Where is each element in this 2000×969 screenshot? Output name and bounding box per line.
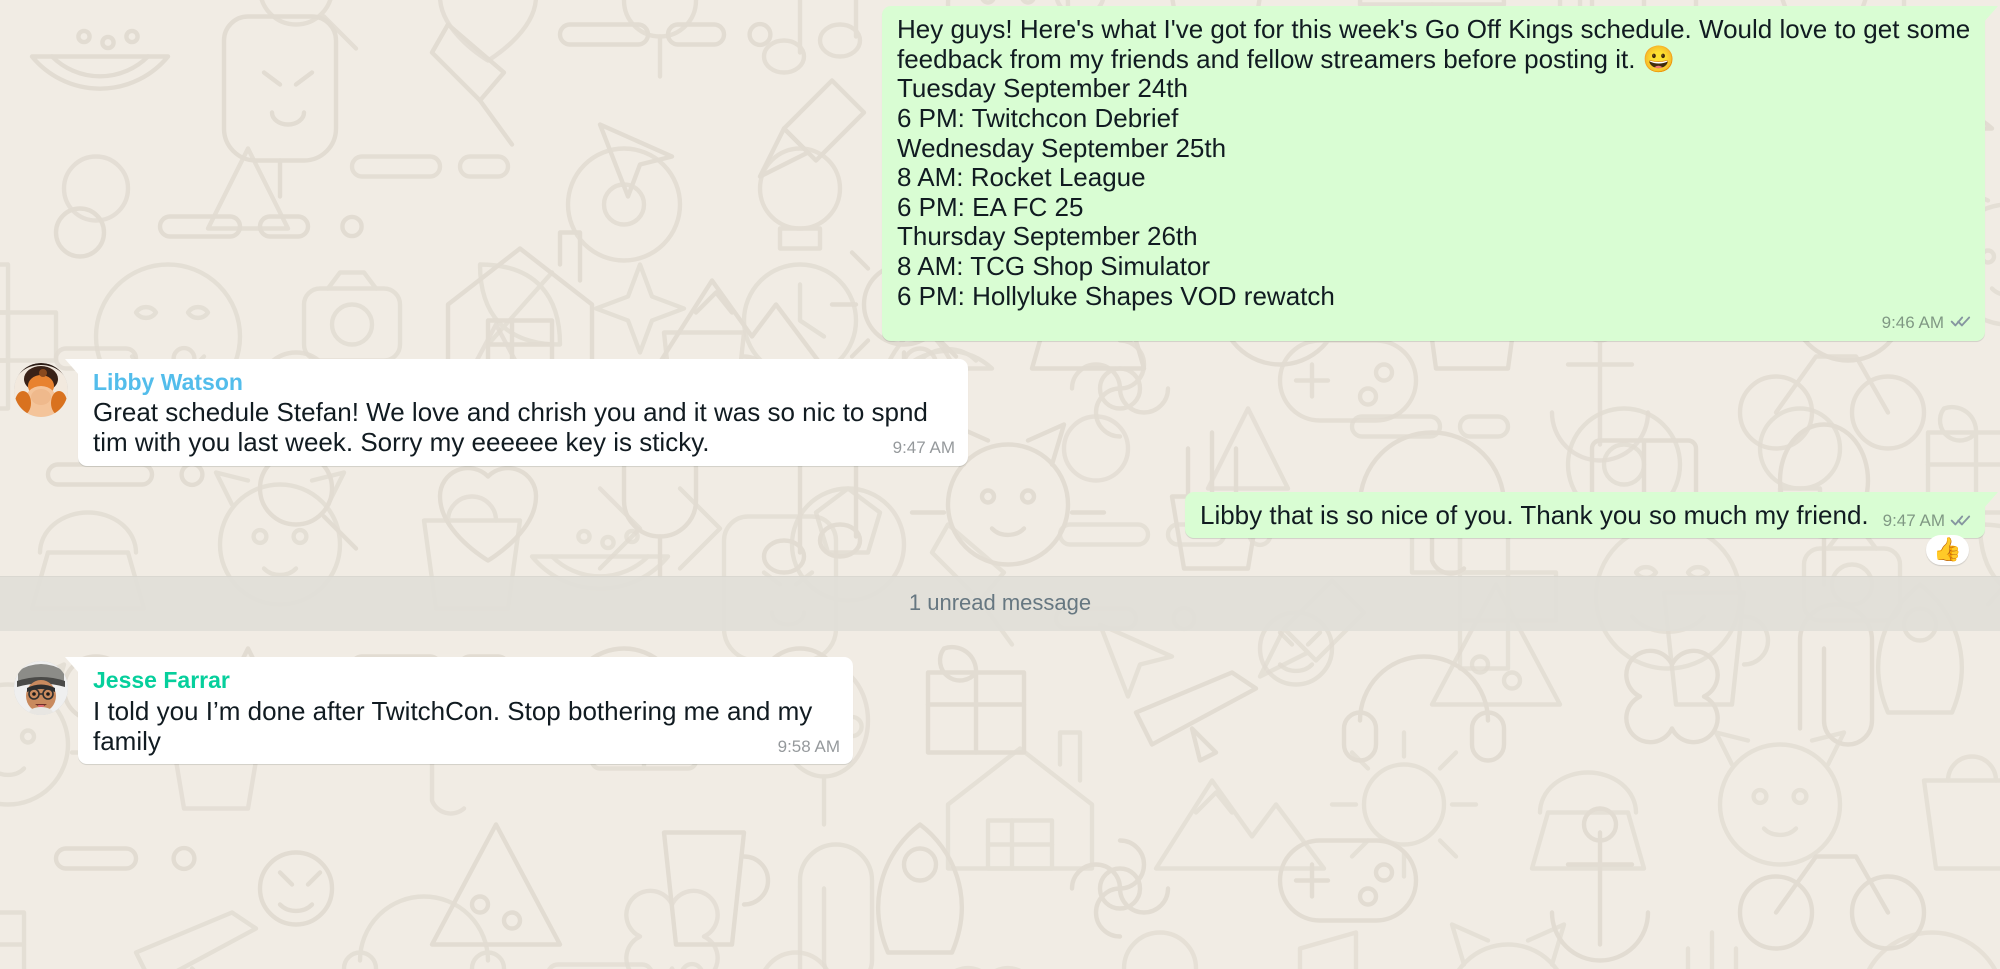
message-row-incoming: Libby Watson Great schedule Stefan! We l… — [0, 358, 2000, 466]
double-check-icon — [1950, 513, 1972, 527]
double-check-icon — [1950, 313, 1972, 332]
message-timestamp: 9:58 AM — [777, 736, 840, 756]
message-meta: 9:47 AM — [893, 438, 955, 457]
message-text: I told you I’m done after TwitchCon. Sto… — [93, 696, 820, 756]
chat-message-list[interactable]: Hey guys! Here's what I've got for this … — [0, 0, 2000, 969]
jesse-avatar[interactable] — [14, 661, 68, 716]
message-meta: 9:46 AM — [897, 313, 1972, 332]
message-bubble-incoming[interactable]: Jesse Farrar I told you I’m done after T… — [65, 657, 853, 765]
message-row-outgoing: Libby that is so nice of you. Thank you … — [0, 491, 2000, 566]
message-bubble-incoming[interactable]: Libby Watson Great schedule Stefan! We l… — [65, 358, 968, 466]
message-text: Libby that is so nice of you. Thank you … — [1199, 499, 1869, 530]
message-meta: 9:58 AM — [778, 737, 840, 756]
message-reaction-thumbs-up[interactable]: 👍 — [1926, 535, 1969, 566]
libby-avatar[interactable] — [14, 362, 68, 417]
message-sender-name: Jesse Farrar — [93, 667, 230, 694]
message-timestamp: 9:47 AM — [892, 438, 955, 457]
unread-messages-divider: 1 unread message — [0, 576, 2000, 632]
message-meta: 9:47 AM — [1883, 511, 1972, 530]
message-text: Great schedule Stefan! We love and chris… — [93, 397, 936, 457]
message-bubble-outgoing[interactable]: Hey guys! Here's what I've got for this … — [882, 6, 1998, 341]
message-timestamp: 9:47 AM — [1882, 510, 1945, 530]
message-row-outgoing: Hey guys! Here's what I've got for this … — [0, 0, 2000, 341]
message-row-incoming: Jesse Farrar I told you I’m done after T… — [0, 657, 2000, 765]
message-bubble-outgoing[interactable]: Libby that is so nice of you. Thank you … — [1184, 491, 1999, 566]
message-timestamp: 9:46 AM — [1881, 313, 1944, 333]
message-sender-name: Libby Watson — [93, 368, 243, 395]
message-text: Hey guys! Here's what I've got for this … — [897, 14, 1971, 311]
